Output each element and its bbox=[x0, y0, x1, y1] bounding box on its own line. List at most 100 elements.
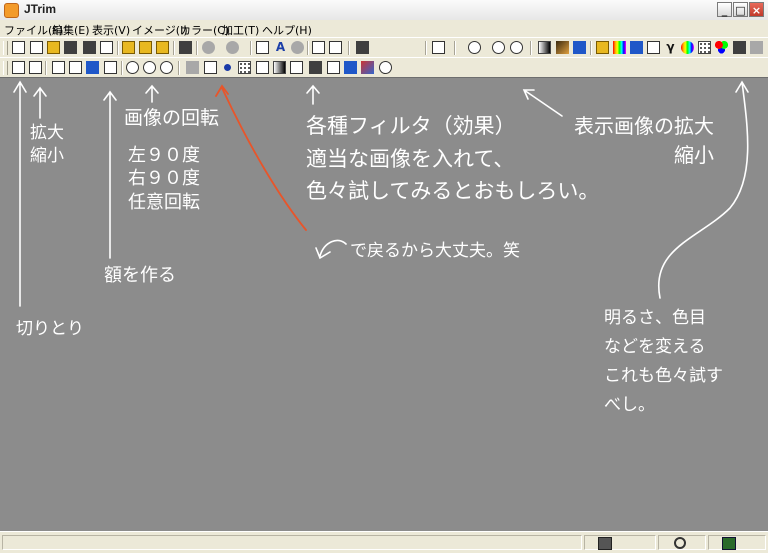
grayscale-icon[interactable] bbox=[750, 41, 763, 54]
noise-icon[interactable] bbox=[327, 61, 340, 74]
sharpen-icon[interactable] bbox=[309, 61, 322, 74]
mosaic-icon[interactable] bbox=[238, 61, 251, 74]
blur-icon[interactable] bbox=[290, 61, 303, 74]
toolbar-separator bbox=[307, 41, 309, 55]
frame-arrow bbox=[103, 90, 117, 259]
image-size-icon bbox=[598, 537, 612, 550]
color-balance-icon[interactable] bbox=[573, 41, 586, 54]
toolbar-separator bbox=[45, 61, 47, 75]
toolbar-separator bbox=[121, 61, 123, 75]
tile-icon[interactable] bbox=[329, 41, 342, 54]
paste-icon[interactable] bbox=[139, 41, 152, 54]
rotate-free-icon[interactable] bbox=[160, 61, 173, 74]
image-toolbar bbox=[0, 57, 768, 78]
light-effect-icon[interactable] bbox=[221, 61, 234, 74]
copy-icon[interactable] bbox=[122, 41, 135, 54]
toolbar-grip[interactable] bbox=[3, 61, 8, 75]
redo-icon[interactable] bbox=[226, 41, 239, 54]
rotate-left-icon[interactable] bbox=[126, 61, 139, 74]
toolbar-separator bbox=[425, 41, 427, 55]
crop-icon[interactable] bbox=[12, 61, 25, 74]
posterize-icon[interactable] bbox=[733, 41, 746, 54]
emboss-icon[interactable] bbox=[273, 61, 286, 74]
filter-arrow bbox=[306, 84, 320, 105]
stamp-icon[interactable] bbox=[291, 41, 304, 54]
text-icon[interactable]: A bbox=[274, 41, 287, 54]
note-undo: で戻るから大丈夫。笑 bbox=[350, 241, 520, 261]
saturation-icon[interactable] bbox=[630, 41, 643, 54]
note-rotate-options: 左９０度 右９０度 任意回転 bbox=[128, 145, 200, 213]
shadow-icon[interactable] bbox=[186, 61, 199, 74]
toolbar-separator bbox=[173, 41, 175, 55]
gamma-icon[interactable]: γ bbox=[664, 41, 677, 54]
save-icon[interactable] bbox=[64, 41, 77, 54]
minimize-button[interactable]: _ bbox=[717, 2, 732, 17]
color-wheel-icon[interactable] bbox=[681, 41, 694, 54]
app-icon bbox=[4, 3, 19, 18]
crop-arrow bbox=[13, 80, 27, 307]
maximize-button[interactable]: □ bbox=[733, 2, 748, 17]
window-title: JTrim bbox=[24, 2, 57, 16]
brightness-icon[interactable] bbox=[538, 41, 551, 54]
status-bar bbox=[0, 531, 768, 553]
expand-icon[interactable] bbox=[86, 61, 99, 74]
toolbar-separator bbox=[454, 41, 456, 55]
paste-new-icon[interactable] bbox=[156, 41, 169, 54]
paint-brush-icon[interactable] bbox=[361, 61, 374, 74]
zoom-out-icon[interactable] bbox=[510, 41, 523, 54]
toolbar-separator bbox=[117, 41, 119, 55]
pen-icon[interactable] bbox=[344, 61, 357, 74]
zoom-status-icon bbox=[674, 537, 686, 549]
select-area-icon[interactable] bbox=[256, 41, 269, 54]
note-rotate-title: 画像の回転 bbox=[124, 107, 220, 129]
toolbar-grip[interactable] bbox=[3, 41, 8, 55]
hue-icon[interactable] bbox=[613, 41, 626, 54]
eyedropper-icon[interactable] bbox=[432, 41, 445, 54]
image-canvas[interactable]: 拡大 縮小 画像の回転 左９０度 右９０度 任意回転 額を作る 切りとり 各種フ… bbox=[0, 77, 768, 532]
wave-icon[interactable] bbox=[256, 61, 269, 74]
flip-vertical-icon[interactable] bbox=[69, 61, 82, 74]
toolbar-separator bbox=[530, 41, 532, 55]
toolbar-separator bbox=[348, 41, 350, 55]
grid-icon[interactable] bbox=[312, 41, 325, 54]
menu-process[interactable]: 加工(T) bbox=[222, 22, 259, 38]
menu-help[interactable]: ヘルプ(H) bbox=[262, 22, 312, 38]
close-button[interactable]: × bbox=[749, 2, 764, 17]
toolbar-separator bbox=[178, 61, 180, 75]
toolbar-separator bbox=[250, 41, 252, 55]
frame-icon[interactable] bbox=[104, 61, 117, 74]
rotate-arrow bbox=[145, 84, 159, 103]
zoom-dropdown-icon[interactable] bbox=[468, 41, 481, 54]
rgb-icon[interactable] bbox=[715, 41, 728, 54]
jtrim-window: JTrim _ □ × ファイル(F) 編集(E) 表示(V) イメージ(I) … bbox=[0, 0, 768, 553]
border-icon[interactable] bbox=[204, 61, 217, 74]
menu-edit[interactable]: 編集(E) bbox=[52, 22, 90, 38]
toolbar-separator bbox=[590, 41, 592, 55]
photo-icon[interactable] bbox=[647, 41, 660, 54]
cut-icon[interactable] bbox=[179, 41, 192, 54]
swirl-icon[interactable] bbox=[379, 61, 392, 74]
new-file-icon[interactable] bbox=[30, 41, 43, 54]
status-panel-color bbox=[708, 535, 766, 550]
window-icon[interactable] bbox=[12, 41, 25, 54]
toolbar-separator bbox=[196, 41, 198, 55]
zoom-arrow bbox=[33, 86, 47, 119]
flip-horizontal-icon[interactable] bbox=[52, 61, 65, 74]
note-brightness: 明るさ、色目 などを変える これも色々試す べし。 bbox=[604, 308, 723, 415]
zoom-in-icon[interactable] bbox=[492, 41, 505, 54]
contrast-icon[interactable] bbox=[556, 41, 569, 54]
print-icon[interactable] bbox=[83, 41, 96, 54]
open-folder-icon[interactable] bbox=[47, 41, 60, 54]
menu-view[interactable]: 表示(V) bbox=[92, 22, 130, 38]
undo-red-arrow bbox=[215, 84, 307, 231]
dither-icon[interactable] bbox=[698, 41, 711, 54]
palette-dropdown-icon[interactable] bbox=[356, 41, 369, 54]
resize-icon[interactable] bbox=[29, 61, 42, 74]
undo-icon[interactable] bbox=[202, 41, 215, 54]
rotate-right-icon[interactable] bbox=[143, 61, 156, 74]
undo-glyph-arrow bbox=[315, 239, 347, 260]
status-panel-size bbox=[584, 535, 656, 550]
print-preview-icon[interactable] bbox=[100, 41, 113, 54]
auto-level-icon[interactable] bbox=[596, 41, 609, 54]
menu-bar: ファイル(F) 編集(E) 表示(V) イメージ(I) カラー(C) 加工(T)… bbox=[0, 20, 768, 38]
